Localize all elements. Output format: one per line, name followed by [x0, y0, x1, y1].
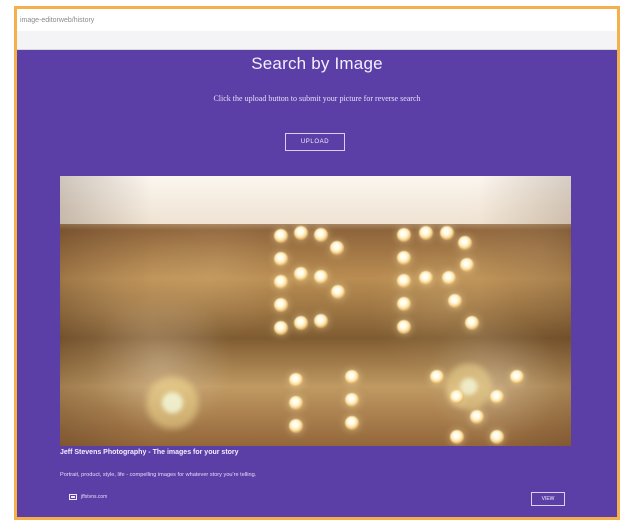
address-bar-text: image-editorweb/history [20, 17, 95, 24]
marquee-bulb [314, 314, 328, 328]
marquee-bulb [470, 410, 484, 424]
marquee-bulb [289, 373, 303, 387]
marquee-bulb [345, 370, 359, 384]
address-bar[interactable]: image-editorweb/history [17, 9, 617, 50]
marquee-bulb [274, 229, 288, 243]
marquee-bulb [465, 316, 479, 330]
result-source-label: jffstvns.com [81, 494, 108, 500]
marquee-bulb [430, 370, 444, 384]
marquee-bulb [314, 228, 328, 242]
marquee-bulb [289, 419, 303, 433]
marquee-bulb [331, 285, 345, 299]
result-source: jffstvns.com [69, 492, 107, 502]
marquee-bulb [274, 321, 288, 335]
photo-shade [60, 176, 571, 446]
marquee-bulb [450, 390, 464, 404]
marquee-bulb [397, 251, 411, 265]
marquee-bulb [458, 236, 472, 250]
result-description: Portrait, product, style, life - compell… [60, 472, 257, 478]
marquee-bulb [440, 226, 454, 240]
result-view-button[interactable]: VIEW [531, 492, 565, 506]
marquee-bulb [294, 316, 308, 330]
marquee-bulb [450, 430, 464, 444]
search-by-image-page: Search by Image Click the upload button … [17, 50, 617, 517]
marquee-bulb [397, 320, 411, 334]
marquee-bulb [460, 258, 474, 272]
image-icon [69, 494, 77, 500]
marquee-bulb [397, 297, 411, 311]
marquee-bulb [442, 271, 456, 285]
marquee-bulb [345, 393, 359, 407]
marquee-bulb [294, 267, 308, 281]
marquee-bulb [397, 228, 411, 242]
marquee-bulb [314, 270, 328, 284]
marquee-bulb [345, 416, 359, 430]
marquee-bulb [397, 274, 411, 288]
app-window: image-editorweb/history Search by Image … [14, 6, 620, 520]
marquee-bulb [490, 430, 504, 444]
marquee-bulb [274, 298, 288, 312]
upload-button[interactable]: UPLOAD [285, 133, 345, 151]
page-subtitle: Click the upload button to submit your p… [213, 94, 421, 103]
marquee-bulb [490, 390, 504, 404]
marquee-bulb [274, 252, 288, 266]
marquee-bulb [274, 275, 288, 289]
marquee-bulb [448, 294, 462, 308]
marquee-bulb [510, 370, 524, 384]
result-title[interactable]: Jeff Stevens Photography - The images fo… [60, 449, 540, 456]
marquee-bulb [289, 396, 303, 410]
marquee-bulb [419, 226, 433, 240]
address-bar-strip [17, 31, 617, 49]
page-title: Search by Image [251, 54, 383, 73]
marquee-bulb [419, 271, 433, 285]
marquee-bulb [330, 241, 344, 255]
result-image-card[interactable] [60, 176, 571, 446]
marquee-bulb [294, 226, 308, 240]
